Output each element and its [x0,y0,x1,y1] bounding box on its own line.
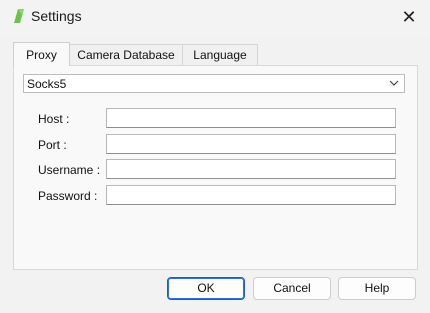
app-leaf-icon [14,9,24,23]
proxy-type-select[interactable]: Socks5 [23,74,405,93]
proxy-type-value: Socks5 [27,77,67,91]
username-input[interactable] [106,159,396,179]
host-label: Host : [38,112,70,126]
help-button[interactable]: Help [338,277,416,300]
username-label: Username : [38,163,101,177]
cancel-button[interactable]: Cancel [253,277,331,300]
tab-proxy[interactable]: Proxy [13,42,70,66]
ok-button[interactable]: OK [167,277,245,300]
password-input[interactable] [106,185,396,205]
chevron-down-icon [389,80,399,86]
tab-language[interactable]: Language [182,44,258,65]
close-button[interactable]: ✕ [394,3,424,31]
password-label: Password : [38,189,98,203]
port-label: Port : [38,138,67,152]
close-icon: ✕ [401,6,417,27]
tab-camera-database[interactable]: Camera Database [69,44,183,65]
host-input[interactable] [106,108,396,128]
window-title: Settings [31,8,82,24]
title-bar: Settings ✕ [0,0,430,34]
port-input[interactable] [106,134,396,154]
